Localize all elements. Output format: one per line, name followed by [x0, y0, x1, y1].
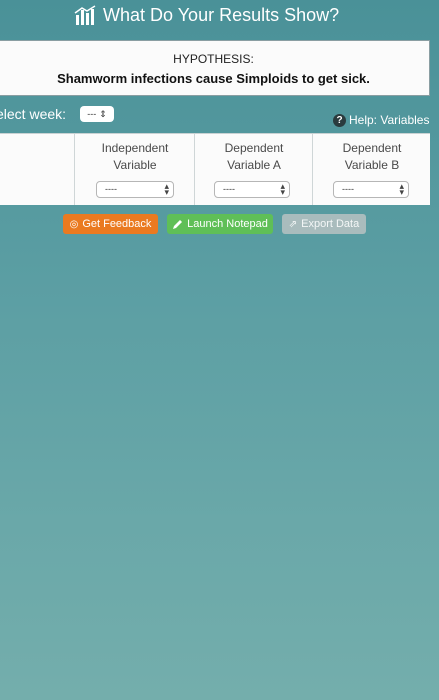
week-select[interactable]: --- ⇕: [80, 106, 114, 122]
dependent-variable-b-column: Dependent Variable B ---- ▴ ▾: [312, 134, 431, 205]
bar-chart-icon: [74, 5, 96, 25]
dependent-variable-a-select[interactable]: ---- ▴ ▾: [214, 181, 290, 198]
share-icon: ⇗: [288, 218, 298, 230]
page-title: What Do Your Results Show?: [103, 5, 340, 25]
column-header: Dependent Variable B: [342, 141, 402, 172]
select-arrows-icon: ▴ ▾: [164, 181, 169, 197]
dependent-variable-b-select[interactable]: ---- ▴ ▾: [333, 181, 409, 198]
hypothesis-heading: HYPOTHESIS:: [173, 52, 254, 66]
week-select-value: ---: [87, 109, 97, 119]
column-header: Independent Variable: [101, 141, 169, 172]
select-week-label: elect week:: [0, 106, 67, 122]
help-variables-label: Help: Variables: [349, 113, 430, 127]
question-circle-icon: ?: [333, 113, 346, 127]
column-header: Dependent Variable A: [224, 141, 284, 172]
hypothesis-text: Shamworm infections cause Simploids to g…: [57, 71, 370, 86]
select-arrows-icon: ⇕: [99, 108, 107, 119]
get-feedback-label: Get Feedback: [82, 218, 152, 230]
independent-variable-select[interactable]: ---- ▴ ▾: [96, 181, 174, 198]
export-data-button[interactable]: ⇗ Export Data: [282, 214, 366, 234]
launch-notepad-label: Launch Notepad: [187, 218, 268, 230]
target-icon: ◎: [69, 218, 79, 230]
variables-table: Independent Variable ---- ▴ ▾ Dependent V…: [0, 133, 430, 205]
help-variables-link[interactable]: ? Help: Variables: [333, 112, 429, 128]
launch-notepad-button[interactable]: Launch Notepad: [167, 214, 273, 234]
select-arrows-icon: ▴ ▾: [399, 181, 404, 197]
independent-variable-column: Independent Variable ---- ▴ ▾: [74, 134, 195, 205]
dependent-variable-a-column: Dependent Variable A ---- ▴ ▾: [194, 134, 313, 205]
select-arrows-icon: ▴ ▾: [280, 181, 285, 197]
get-feedback-button[interactable]: ◎ Get Feedback: [63, 214, 158, 234]
export-data-label: Export Data: [301, 218, 360, 230]
hypothesis-panel: HYPOTHESIS: Shamworm infections cause Si…: [0, 40, 430, 96]
header-bar: What Do Your Results Show?: [0, 0, 439, 34]
pencil-icon: [173, 219, 183, 229]
